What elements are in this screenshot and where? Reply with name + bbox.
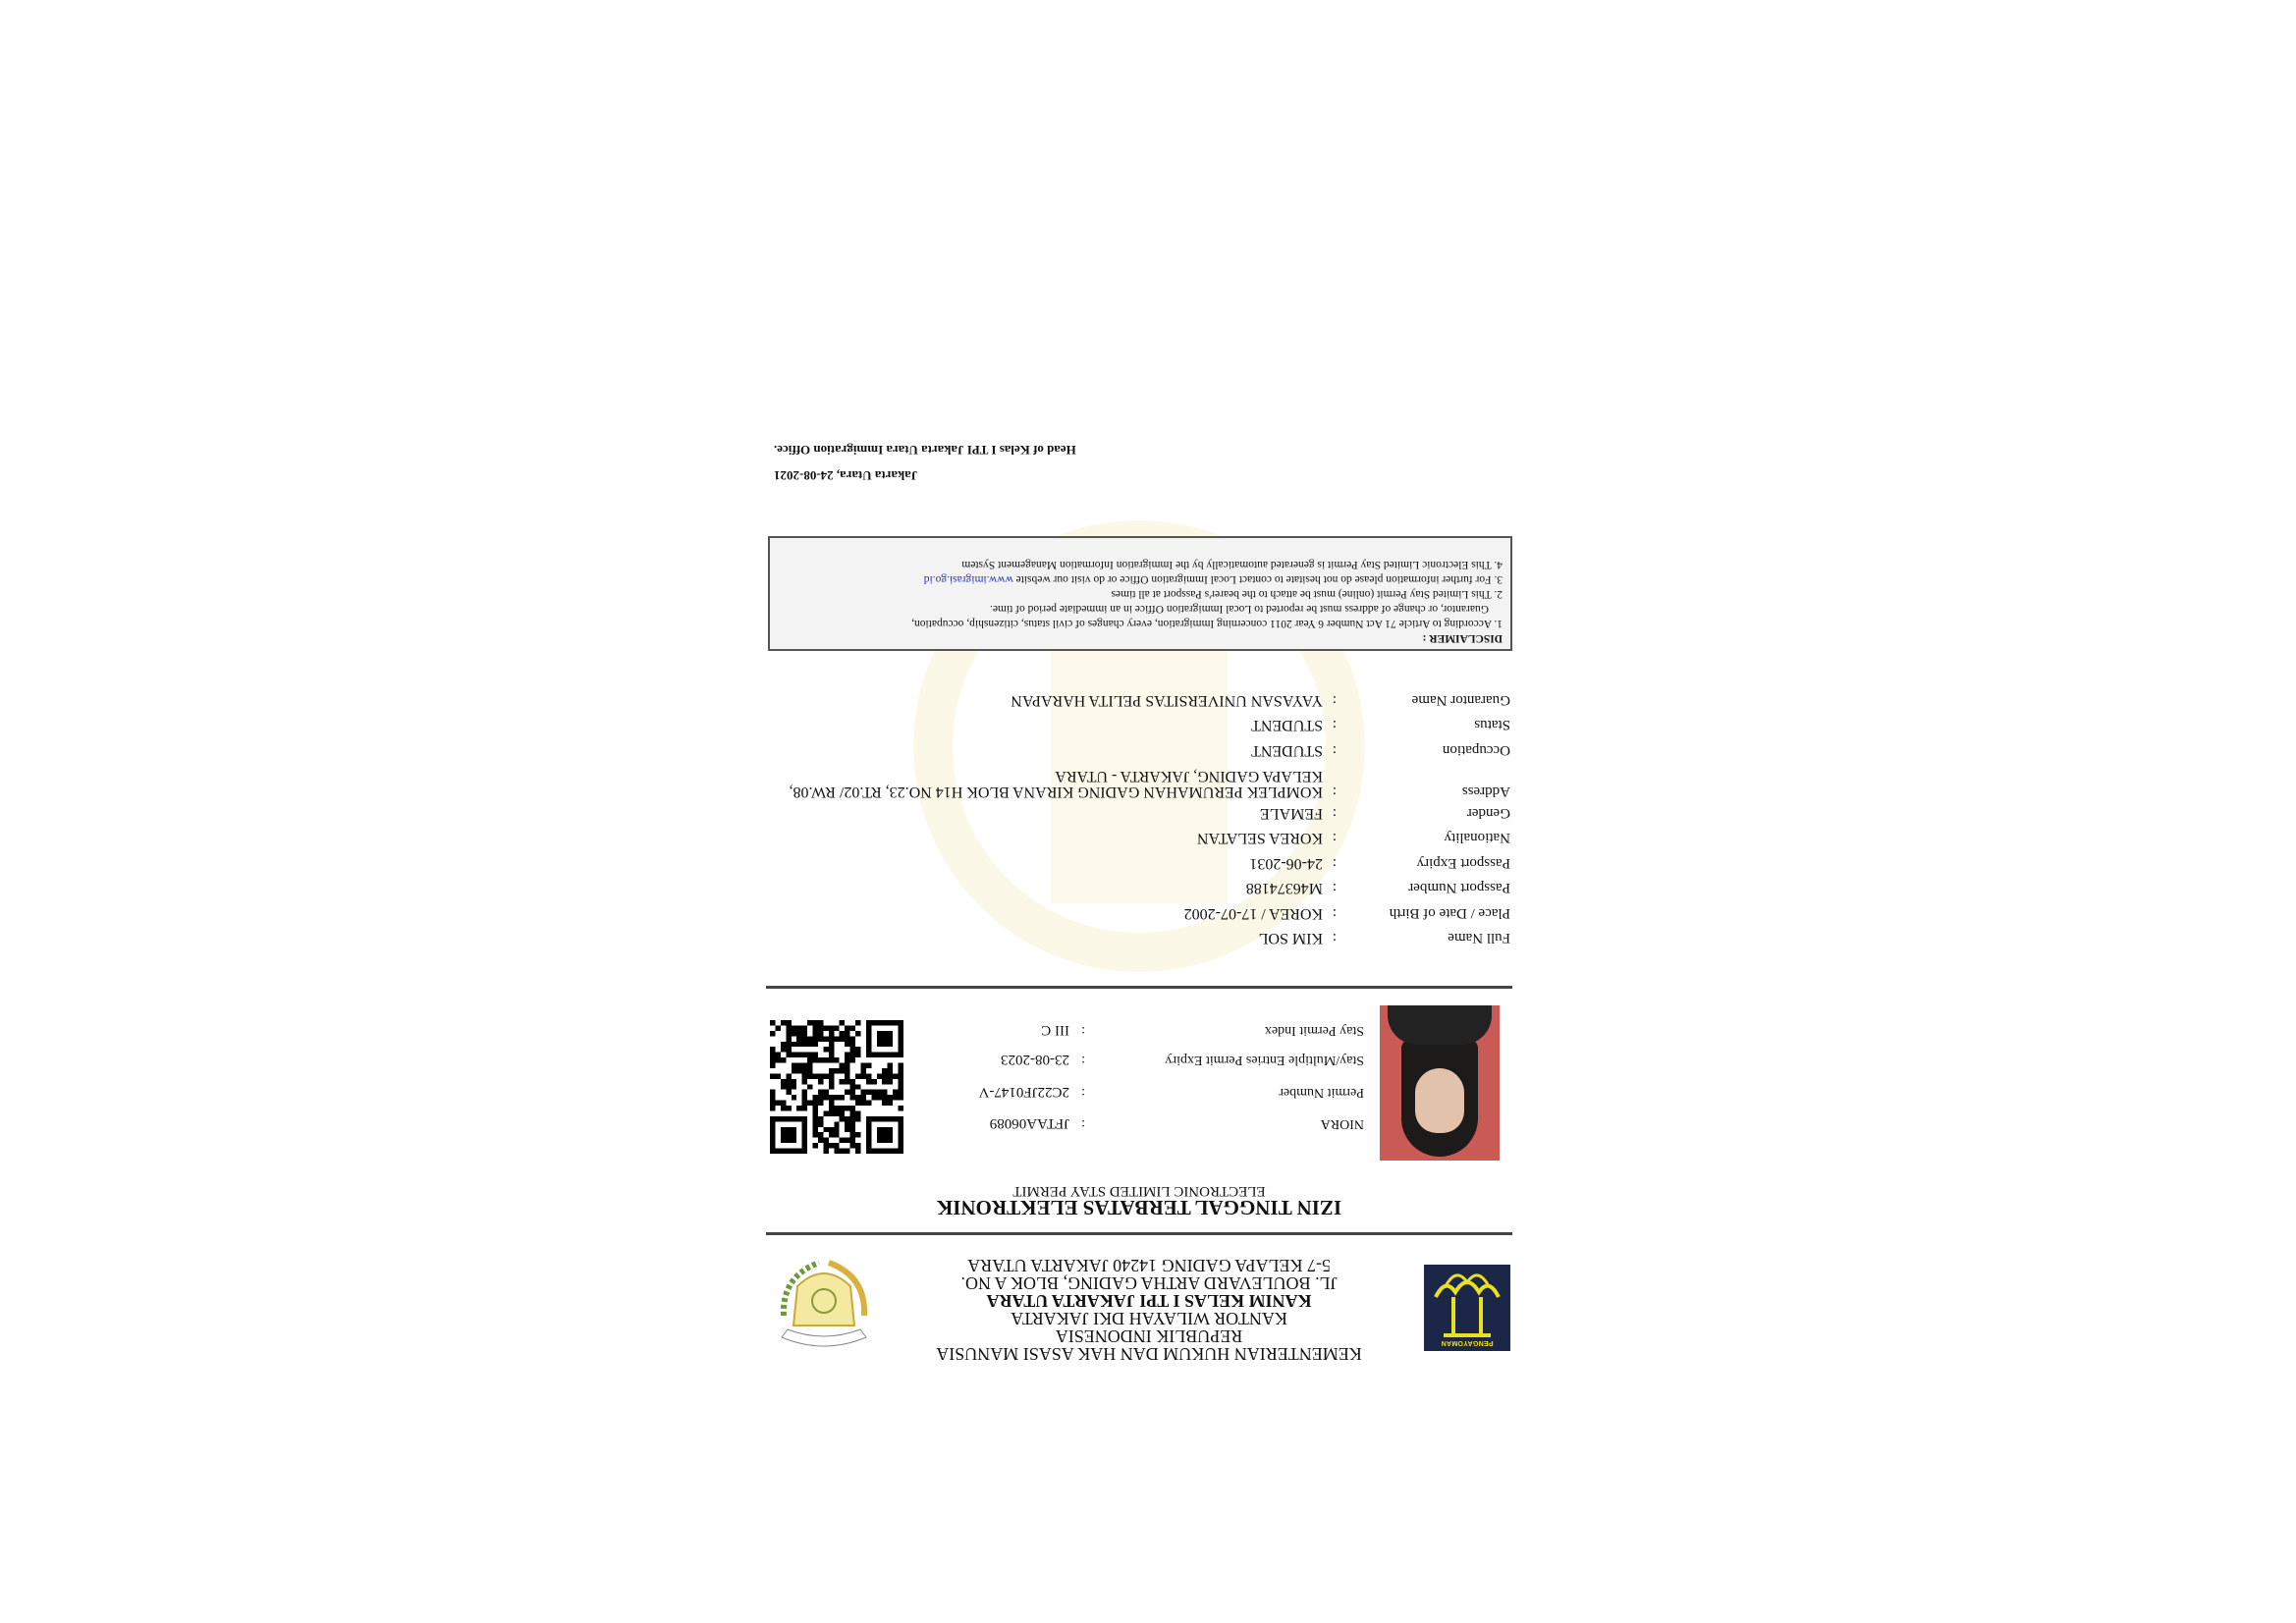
- office-address-2: 5-7 KELAPA GADING 14240 JAKARTA UTARA: [967, 1256, 1331, 1275]
- address-value: KOMPLEK PERUMAHAN GADING KIRANA BLOK H14…: [789, 768, 1324, 800]
- gender-label: Gender: [1466, 805, 1510, 821]
- signatory-title: Head of Kelas I TPI Jakarta Utara Immigr…: [774, 443, 1076, 458]
- passport-number-label: Passport Number: [1408, 880, 1510, 895]
- disclaimer-item-2: 2. This Limited Stay Permit (online) mus…: [1111, 588, 1503, 600]
- passport-number-value: M46374188: [1245, 880, 1323, 896]
- permit-index-label: Stay Permit Index: [1264, 1023, 1364, 1038]
- imigrasi-logo: [772, 1259, 876, 1355]
- office-header: KEMENTERIAN HUKUM DAN HAK ASASI MANUSIA …: [913, 1256, 1385, 1364]
- issue-place-date: Jakarta Utara, 24-08-2021: [774, 468, 918, 483]
- section-divider: [766, 986, 1512, 989]
- separator: :: [1332, 805, 1337, 821]
- disclaimer-item-1-cont: Guarantor, or change of address must be …: [989, 603, 1489, 615]
- place-date-of-birth-value: KOREA / 17-07-2002: [1183, 905, 1323, 922]
- nationality-label: Nationality: [1444, 830, 1511, 845]
- qr-code: [770, 1020, 903, 1154]
- country-name: REPUBLIK INDONESIA: [1055, 1326, 1243, 1346]
- title-english: ELECTRONIC LIMITED STAY PERMIT: [1012, 1183, 1266, 1199]
- pengayoman-logo-text: PENGAYOMAN: [1441, 1339, 1494, 1346]
- permit-number-label: Permit Number: [1279, 1085, 1364, 1100]
- stay-permit-document: PENGAYOMAN KEMENTERIAN HUKUM DAN HAK ASA…: [766, 432, 1512, 1365]
- separator: :: [1332, 855, 1337, 871]
- gender-value: FEMALE: [1260, 805, 1323, 822]
- nationality-value: KOREA SELATAN: [1196, 830, 1323, 846]
- disclaimer-item-3: 3. For further information please do not…: [923, 573, 1503, 585]
- office-address-1: JL. BOULEVARD ARTHA GADING, BLOK A NO.: [960, 1273, 1338, 1293]
- holder-photo: [1380, 1005, 1500, 1161]
- immigration-office: KANIM KELAS I TPI JAKARTA UTARA: [986, 1291, 1312, 1311]
- status-value: STUDENT: [1251, 717, 1323, 733]
- occupation-value: STUDENT: [1251, 742, 1323, 759]
- niora-label: NIORA: [1320, 1116, 1364, 1131]
- separator: :: [1332, 692, 1337, 708]
- separator: :: [1332, 784, 1337, 799]
- permit-number-value: 2C22JF0147-V: [978, 1084, 1069, 1100]
- guarantor-name-label: Guarantor Name: [1411, 692, 1510, 708]
- occupation-label: Occupation: [1442, 742, 1510, 758]
- passport-expiry-value: 24-06-2031: [1249, 855, 1323, 872]
- separator: :: [1332, 930, 1337, 946]
- full-name-value: KIM SOL: [1258, 930, 1323, 947]
- niora-value: JFTAA06089: [989, 1115, 1069, 1131]
- title-indonesian: IZIN TINGGAL TERBATAS ELEKTRONIK: [936, 1196, 1342, 1219]
- address-label: Address: [1461, 784, 1510, 799]
- header-divider: [766, 1232, 1512, 1235]
- separator: :: [1332, 830, 1337, 845]
- passport-expiry-label: Passport Expiry: [1416, 855, 1510, 871]
- permit-expiry-label: Stay/Multiple Entries Permit Expiry: [1165, 1053, 1364, 1067]
- imigrasi-website-link[interactable]: www.imigrasi.go.id: [924, 573, 1013, 585]
- ministry-name: KEMENTERIAN HUKUM DAN HAK ASASI MANUSIA: [936, 1344, 1362, 1364]
- permit-index-value: III C: [1041, 1022, 1069, 1038]
- disclaimer-box: DISCLAIMER : 1. According to Article 71 …: [768, 536, 1512, 651]
- document-title: IZIN TINGGAL TERBATAS ELEKTRONIK ELECTRO…: [766, 1183, 1512, 1219]
- disclaimer-item-4: 4. This Electronic Limited Stay Permit i…: [961, 559, 1503, 570]
- full-name-label: Full Name: [1448, 930, 1510, 946]
- separator: :: [1332, 717, 1337, 732]
- place-date-of-birth-label: Place / Date of Birth: [1389, 905, 1510, 921]
- guarantor-name-value: YAYASAN UNIVERSITAS PELITA HARAPAN: [1011, 692, 1323, 709]
- separator: :: [1332, 905, 1337, 921]
- disclaimer-item-1: 1. According to Article 71 Act Number 6 …: [911, 618, 1503, 629]
- regional-office: KANTOR WILAYAH DKI JAKARTA: [1011, 1309, 1287, 1328]
- status-label: Status: [1474, 717, 1510, 732]
- separator: :: [1332, 880, 1337, 895]
- pengayoman-logo: PENGAYOMAN: [1424, 1265, 1510, 1351]
- disclaimer-heading: DISCLAIMER :: [1422, 632, 1503, 644]
- separator: :: [1332, 742, 1337, 758]
- permit-expiry-value: 23-08-2023: [1001, 1052, 1069, 1067]
